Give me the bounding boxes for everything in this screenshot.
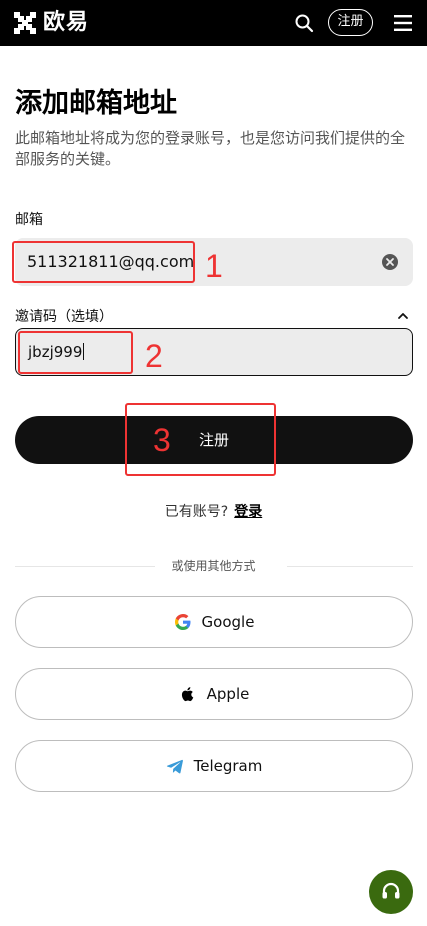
apple-label: Apple [206, 685, 250, 703]
login-prompt: 已有账号? [164, 504, 229, 520]
telegram-icon [166, 759, 183, 774]
annotation-number-2: 2 [145, 338, 163, 374]
top-nav-bar: 欧易 注册 [0, 0, 427, 46]
telegram-login-button[interactable]: Telegram [15, 740, 413, 792]
support-chat-button[interactable] [369, 870, 413, 914]
page-subtitle: 此邮箱地址将成为您的登录账号，也是您访问我们提供的全部服务的关键。 [15, 129, 406, 168]
google-icon [174, 614, 191, 630]
google-label: Google [201, 613, 255, 631]
brand-name: 欧易 [43, 10, 90, 35]
search-icon[interactable] [294, 13, 314, 33]
okx-logo-icon[interactable] [14, 12, 36, 34]
header-register-button[interactable]: 注册 [328, 9, 373, 36]
apple-icon [181, 687, 193, 702]
headset-icon [382, 882, 400, 899]
annotation-box-2 [18, 331, 133, 374]
divider-right [287, 566, 413, 567]
login-link[interactable]: 登录 [234, 504, 262, 520]
page-title: 添加邮箱地址 [15, 88, 177, 119]
telegram-label: Telegram [193, 757, 263, 775]
annotation-box-1 [12, 241, 195, 283]
invite-code-label[interactable]: 邀请码（选填） [15, 307, 113, 327]
login-row: 已有账号? 登录 [0, 502, 427, 522]
menu-icon[interactable] [393, 14, 413, 32]
google-login-button[interactable]: Google [15, 596, 413, 648]
email-label: 邮箱 [15, 212, 43, 228]
annotation-number-3: 3 [153, 422, 171, 458]
clear-icon[interactable] [381, 253, 399, 271]
annotation-box-3 [125, 403, 276, 476]
annotation-number-1: 1 [205, 248, 223, 284]
apple-login-button[interactable]: Apple [15, 668, 413, 720]
chevron-up-icon[interactable] [396, 309, 410, 323]
